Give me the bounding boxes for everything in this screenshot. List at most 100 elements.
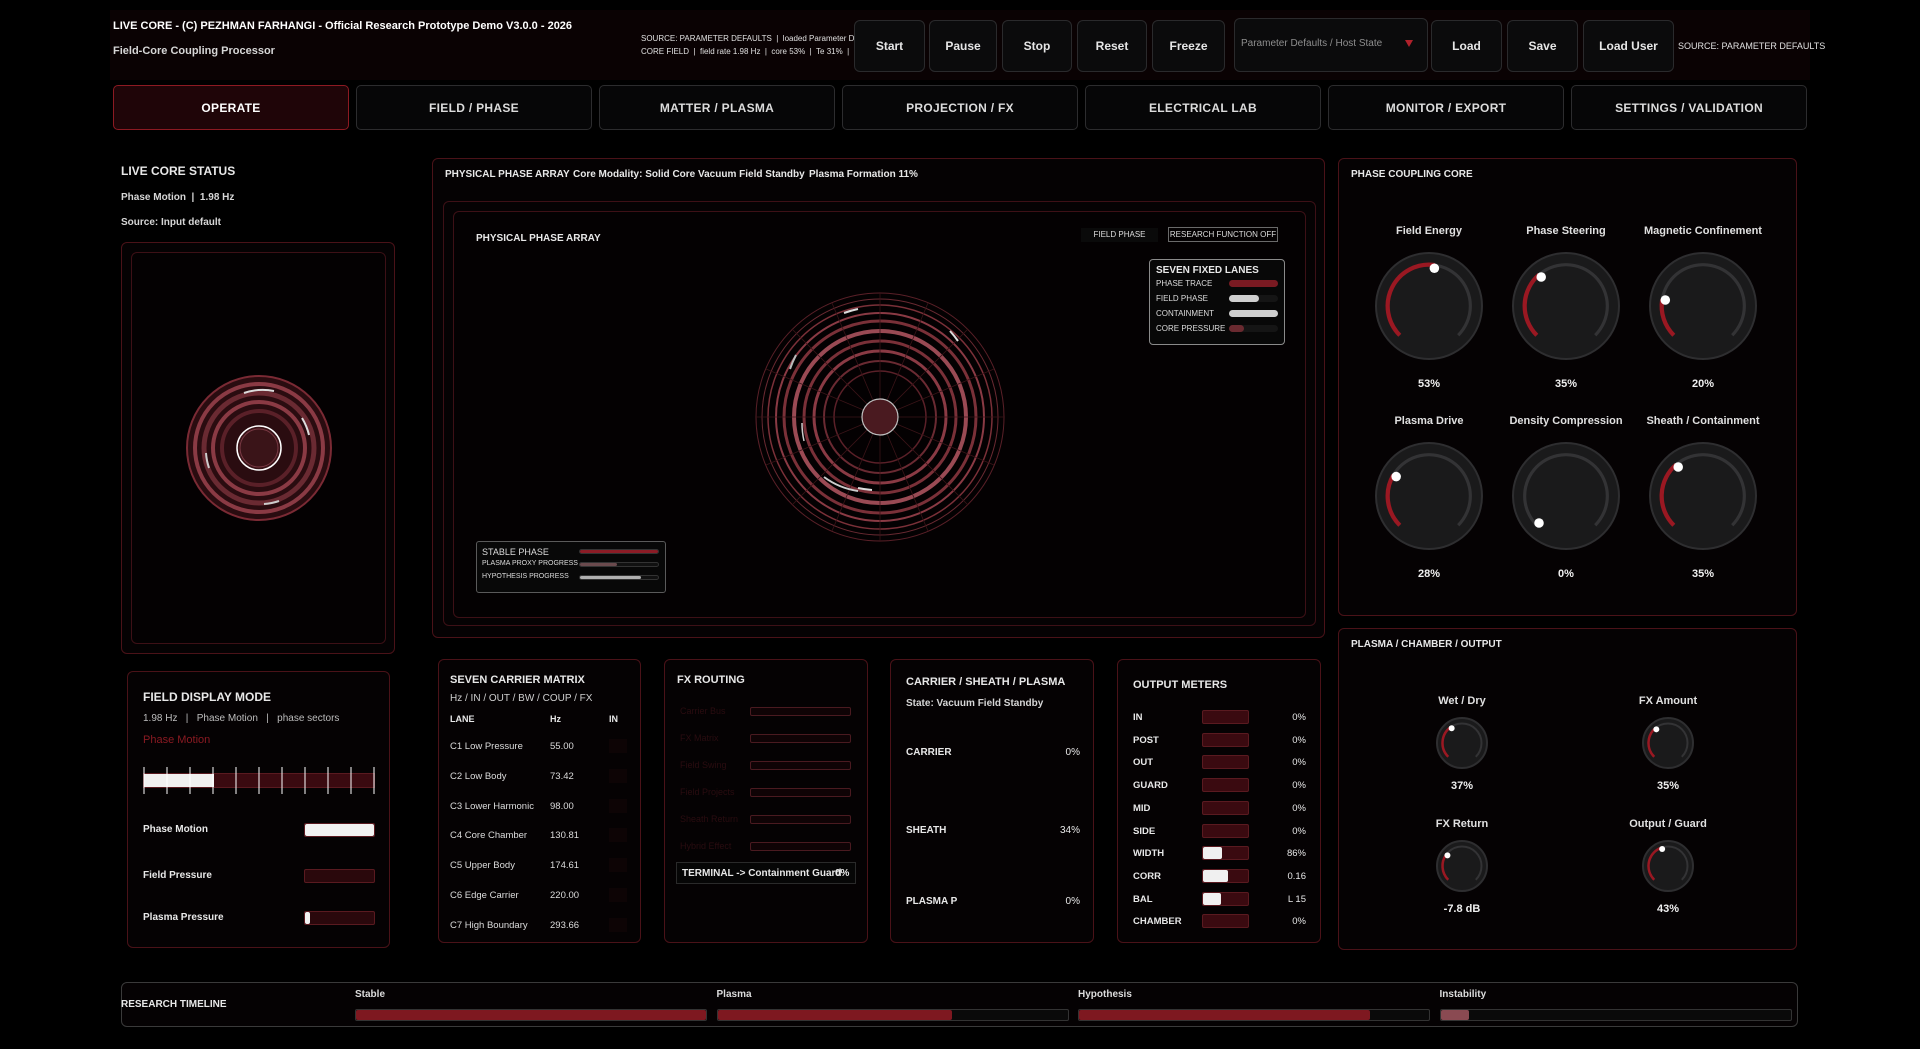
lane-bar	[1229, 325, 1278, 332]
meter-bar	[1202, 710, 1249, 724]
tab-field-phase[interactable]: FIELD / PHASE	[356, 85, 592, 130]
knob-pointer	[1448, 725, 1455, 732]
meter-label: IN	[1133, 712, 1143, 723]
matrix-row-hz: 220.00	[550, 890, 580, 901]
tab-monitor-export[interactable]: MONITOR / EXPORT	[1328, 85, 1564, 130]
carrier-matrix-title: SEVEN CARRIER MATRIX	[450, 674, 585, 686]
carrier-matrix-subtitle: Hz / IN / OUT / BW / COUP / FX	[450, 693, 593, 704]
meter-bar-fill	[1203, 847, 1222, 860]
progress-bar	[579, 575, 659, 580]
carrier-sheath-row-label: SHEATH	[906, 825, 947, 836]
matrix-row-hz: 174.61	[550, 860, 580, 872]
pause-button[interactable]: Pause	[929, 20, 997, 72]
lane-label: CONTAINMENT	[1156, 309, 1215, 318]
meter-label: POST	[1133, 734, 1159, 746]
knob-dial[interactable]	[1372, 249, 1486, 363]
meter-value: 86%	[1286, 848, 1306, 860]
tab-electrical-lab[interactable]: ELECTRICAL LAB	[1085, 85, 1321, 130]
fx-row-bar[interactable]	[750, 842, 851, 851]
fx-row-bar[interactable]	[750, 788, 851, 797]
knob-dial[interactable]	[1509, 439, 1623, 553]
progress-label: STABLE PHASE	[482, 547, 549, 557]
fx-row-bar[interactable]	[750, 761, 851, 770]
meter-value: 0%	[1292, 802, 1306, 814]
field-display-title: FIELD DISPLAY MODE	[143, 690, 272, 704]
phase-array-vacuum: Vacuum Field Standby	[698, 169, 805, 180]
coupling-core-title: PHASE COUPLING CORE	[1351, 169, 1473, 180]
knob-value: 35%	[1691, 568, 1715, 580]
timeline-segment-label: Plasma	[716, 989, 752, 1000]
progress-bar-fill	[580, 576, 641, 579]
load-user-button[interactable]: Load User	[1583, 20, 1674, 72]
knob-pointer	[1536, 272, 1546, 282]
tab-settings-validation[interactable]: SETTINGS / VALIDATION	[1571, 85, 1807, 130]
knob-dial[interactable]	[1646, 249, 1760, 363]
timeline-segment-fill	[1079, 1010, 1370, 1020]
lane-label: PHASE TRACE	[1156, 279, 1213, 288]
fx-row-bar[interactable]	[750, 707, 851, 716]
fx-row-bar[interactable]	[750, 815, 851, 824]
matrix-row-lane: C1 Low Pressure	[450, 741, 523, 752]
knob-dial[interactable]	[1433, 837, 1491, 895]
matrix-row-lane: C3 Lower Harmonic	[450, 800, 534, 812]
fx-row-label: Field Projects	[680, 787, 735, 797]
progress-label: PLASMA PROXY PROGRESS	[482, 560, 578, 567]
knob-dial[interactable]	[1372, 439, 1486, 553]
knob-label: FX Return	[1435, 818, 1489, 830]
start-button[interactable]: Start	[854, 20, 925, 72]
knob-dial[interactable]	[1509, 249, 1623, 363]
tab-matter-plasma[interactable]: MATTER / PLASMA	[599, 85, 835, 130]
tab-projection-fx[interactable]: PROJECTION / FX	[842, 85, 1078, 130]
load-button[interactable]: Load	[1431, 20, 1502, 72]
matrix-row-lane: C4 Core Chamber	[450, 830, 528, 842]
timeline-segment-label: Stable	[355, 989, 386, 1000]
preset-select[interactable]: Parameter Defaults / Host State	[1234, 18, 1428, 72]
matrix-row-in-meter	[609, 888, 627, 902]
field-phase-tag[interactable]: FIELD PHASE	[1081, 228, 1158, 242]
field-display-info: 1.98 Hz | Phase Motion | phase sectors	[143, 713, 340, 724]
lane-bar-fill	[1229, 310, 1278, 317]
matrix-row-in-meter	[609, 768, 627, 783]
fx-routing-panel	[664, 659, 868, 943]
knob-value: 53%	[1417, 378, 1441, 390]
field-display-row-label: Plasma Pressure	[143, 912, 224, 923]
meter-value: 0%	[1292, 780, 1306, 792]
matrix-row-lane: C7 High Boundary	[450, 919, 528, 931]
knob-dial[interactable]	[1639, 837, 1697, 895]
meter-bar	[1202, 914, 1249, 929]
matrix-row-lane: C5 Upper Body	[450, 860, 515, 872]
knob-pointer	[1444, 852, 1451, 859]
status-line-1: SOURCE: PARAMETER DEFAULTS | loaded Para…	[641, 34, 885, 43]
meter-label: WIDTH	[1133, 848, 1165, 860]
progress-bar-fill	[580, 550, 658, 553]
phase-sector-ticks	[143, 767, 375, 794]
knob-value: 37%	[1450, 780, 1474, 792]
lane-bar-fill	[1229, 295, 1260, 302]
meter-value: 0.16	[1287, 870, 1307, 882]
tab-operate[interactable]: OPERATE	[113, 85, 349, 130]
phase-array-plasma: Plasma Formation 11%	[809, 169, 918, 180]
knob-pointer	[1534, 518, 1544, 528]
reset-button[interactable]: Reset	[1077, 20, 1147, 72]
knob-pointer	[1659, 845, 1666, 852]
meter-value: 0%	[1292, 757, 1306, 769]
carrier-sheath-row-label: PLASMA P	[906, 896, 958, 907]
fx-row-bar[interactable]	[750, 734, 851, 743]
knob-dial[interactable]	[1646, 439, 1760, 553]
research-function-tag[interactable]: RESEARCH FUNCTION OFF	[1168, 227, 1278, 242]
save-button[interactable]: Save	[1507, 20, 1578, 72]
chevron-down-icon	[1405, 40, 1413, 47]
timeline-segment-bar	[355, 1009, 707, 1021]
field-display-row-slider[interactable]	[304, 869, 375, 883]
stop-button[interactable]: Stop	[1002, 20, 1072, 72]
field-display-row-slider[interactable]	[304, 911, 375, 925]
field-display-row-slider[interactable]	[304, 823, 375, 837]
knob-dial[interactable]	[1433, 714, 1491, 772]
timeline-segment-label: Instability	[1439, 989, 1487, 1000]
knob-pointer	[1429, 263, 1440, 273]
freeze-button[interactable]: Freeze	[1152, 20, 1225, 72]
matrix-row-in-meter	[609, 858, 627, 873]
meter-label: BAL	[1133, 893, 1153, 905]
knob-dial[interactable]	[1639, 714, 1697, 772]
timeline-title: RESEARCH TIMELINE	[121, 999, 227, 1010]
